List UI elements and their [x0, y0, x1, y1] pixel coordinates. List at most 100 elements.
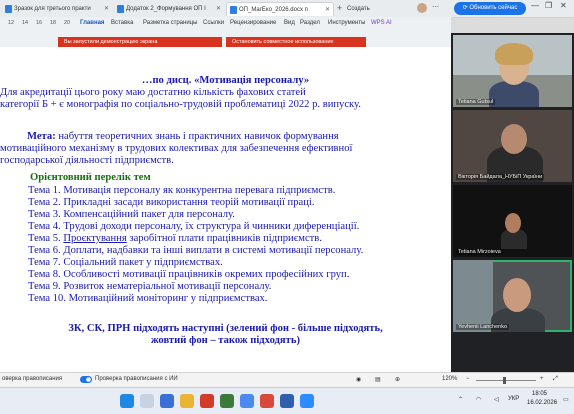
close-icon[interactable]: ✕ [325, 3, 330, 16]
participant-name: Вікторія Байдала_НУБіП України [456, 174, 545, 180]
ruler-number: 18 [50, 20, 57, 26]
ribbon-tab-references[interactable]: Ссылки [203, 20, 224, 26]
ribbon-tab-review[interactable]: Рецензирование [230, 20, 276, 26]
eye-icon[interactable]: ◉ [356, 376, 361, 383]
browser-tab-3-active[interactable]: ОП_МагЕко_2026.docx п ✕ [226, 2, 334, 16]
chrome-icon[interactable] [240, 394, 254, 408]
participant-face [501, 124, 527, 154]
zoom-level[interactable]: 120% [442, 376, 457, 382]
close-window-button[interactable]: ✕ [560, 1, 567, 10]
taskbar: ⌃ ◠ ◁ УКР 18:05 16.02.2026 ▭ [0, 387, 574, 414]
topic-prefix: Тема 5. [28, 233, 64, 244]
new-tab-button[interactable]: + [337, 3, 342, 13]
docs-icon [5, 5, 12, 13]
participant-hair [495, 43, 533, 65]
refresh-icon: ⟳ [462, 5, 468, 11]
ribbon-tab-tools[interactable]: Инструменты [328, 20, 365, 26]
doc-paragraph-line: мотиваційного механізму в трудових колек… [0, 143, 353, 154]
video-call-panel: Tetiana Gutsul Вікторія Байдала_НУБіП Ук… [451, 33, 574, 374]
ai-spellcheck-label: Проверка правописания с ИИ [95, 376, 178, 382]
doc-heading: …по дисц. «Мотивація персоналу» [141, 75, 310, 86]
doc-competences-line: жовтий фон – також підходять) [151, 335, 300, 346]
participant-face [503, 278, 531, 312]
document-page[interactable]: …по дисц. «Мотивація персоналу» Для акре… [0, 47, 451, 372]
ribbon-tab-view[interactable]: Вид [284, 20, 295, 26]
toggle-icon[interactable] [80, 376, 92, 385]
browser-tab-bar: Зразок для третього практи ✕ Додаток 2_Ф… [0, 0, 574, 18]
create-button[interactable]: Создать [347, 2, 370, 16]
zoom-in-button[interactable]: + [540, 376, 544, 382]
participant-name: Tetiana Mirzoieva [456, 249, 503, 255]
notification-icon[interactable]: ▭ [563, 396, 569, 403]
page-view-icon[interactable]: ▤ [375, 376, 381, 383]
topic-item: Тема 4. Трудові доходи персоналу, їх стр… [28, 221, 360, 232]
stop-sharing-button[interactable]: Остановить совместное использование [226, 37, 366, 47]
participant-tile[interactable]: Tetiana Gutsul [453, 35, 572, 107]
ribbon-tab-section[interactable]: Раздел [300, 20, 320, 26]
browser-tab-2[interactable]: Додаток 2_Формування ОП І ✕ [114, 2, 224, 16]
search-icon[interactable] [140, 394, 154, 408]
ruler-number: 14 [22, 20, 29, 26]
browser-tab-1[interactable]: Зразок для третього практи ✕ [2, 2, 112, 16]
wps-icon[interactable] [200, 394, 214, 408]
participant-tile-active-speaker[interactable]: Yevhenii Lanchenko [453, 260, 572, 332]
close-icon[interactable]: ✕ [104, 2, 109, 16]
clock-date[interactable]: 16.02.2026 [527, 400, 557, 406]
topic-item: Тема 5. Проєктування заробітної плати пр… [28, 233, 451, 245]
participant-tile[interactable]: Tetiana Mirzoieva [453, 185, 572, 257]
ribbon-tab-layout[interactable]: Разметка страницы [143, 20, 197, 26]
minimize-button[interactable]: — [531, 1, 539, 10]
close-icon[interactable]: ✕ [216, 2, 221, 16]
folder-icon[interactable] [180, 394, 194, 408]
dots-icon[interactable]: ⋯ [432, 3, 439, 11]
avatar[interactable] [417, 3, 427, 13]
maximize-button[interactable]: ❐ [545, 1, 552, 10]
ruler-number: 16 [36, 20, 43, 26]
ribbon-tab-wps-ai[interactable]: WPS AI [371, 20, 392, 26]
tray-expand-icon[interactable]: ⌃ [458, 396, 463, 403]
web-view-icon[interactable]: ⊕ [395, 376, 400, 383]
topic-item: Тема 3. Компенсаційний пакет для персона… [28, 209, 235, 220]
doc-goal-line: Мета: набуття теоретичних знань і практи… [27, 131, 451, 143]
tab-label: Додаток 2_Формування ОП І [126, 6, 206, 12]
zoom-app-icon[interactable] [300, 394, 314, 408]
tab-label: ОП_МагЕко_2026.docx п [239, 7, 308, 13]
fit-icon[interactable]: ⤢ [553, 376, 558, 383]
ribbon-tab-home[interactable]: Главная [80, 20, 104, 26]
topic-item: Тема 1. Мотивація персоналу як конкурент… [28, 185, 336, 196]
opera-icon[interactable] [260, 394, 274, 408]
word-icon[interactable] [280, 394, 294, 408]
status-bar: оверка правописания Проверка правописани… [0, 372, 574, 388]
doc-paragraph-line: Для акредитації цього року маю достатню … [0, 87, 306, 98]
doc-paragraph-line: категорії Б + є монографія по соціально-… [0, 99, 361, 110]
spellcheck-status[interactable]: оверка правописания [2, 376, 62, 382]
topic-item: Тема 2. Прикладні засади використання те… [28, 197, 315, 208]
edge-icon[interactable] [160, 394, 174, 408]
topic-link[interactable]: Проєктування [63, 233, 126, 244]
participant-face [505, 213, 521, 233]
ribbon-tab-insert[interactable]: Вставка [111, 20, 133, 26]
app-icon[interactable] [220, 394, 234, 408]
keyboard-language[interactable]: УКР [508, 396, 519, 402]
topics-heading: Орієнтовний перелік тем [30, 172, 151, 183]
clock-time[interactable]: 18:05 [532, 391, 547, 397]
volume-icon[interactable]: ◁ [494, 396, 499, 403]
topic-item: Тема 10. Мотиваційний моніторинг у підпр… [28, 293, 268, 304]
ruler-number: 20 [64, 20, 71, 26]
zoom-out-button[interactable]: − [466, 376, 470, 382]
topic-item: Тема 8. Особливості мотивації працівникі… [28, 269, 350, 280]
tab-label: Зразок для третього практи [14, 6, 91, 12]
topic-item: Тема 9. Розвиток нематеріальної мотиваці… [28, 281, 272, 292]
windows-start-icon[interactable] [120, 394, 134, 408]
topic-rest: заробітної плати працівників підприємств… [126, 233, 322, 244]
docs-icon [117, 5, 124, 13]
participant-name: Yevhenii Lanchenko [456, 324, 510, 330]
participant-tile[interactable]: Вікторія Байдала_НУБіП України [453, 110, 572, 182]
zoom-slider-handle[interactable] [503, 377, 506, 384]
update-now-button[interactable]: ⟳ Обновить сейчас [454, 2, 526, 15]
topic-item: Тема 7. Соціальний пакет у підприємствах… [28, 257, 223, 268]
wifi-icon[interactable]: ◠ [476, 396, 481, 403]
screen-share-notice: Вы запустили демонстрацию экрана [58, 37, 222, 47]
zoom-slider[interactable] [476, 380, 536, 381]
ruler-number: 12 [8, 20, 15, 26]
